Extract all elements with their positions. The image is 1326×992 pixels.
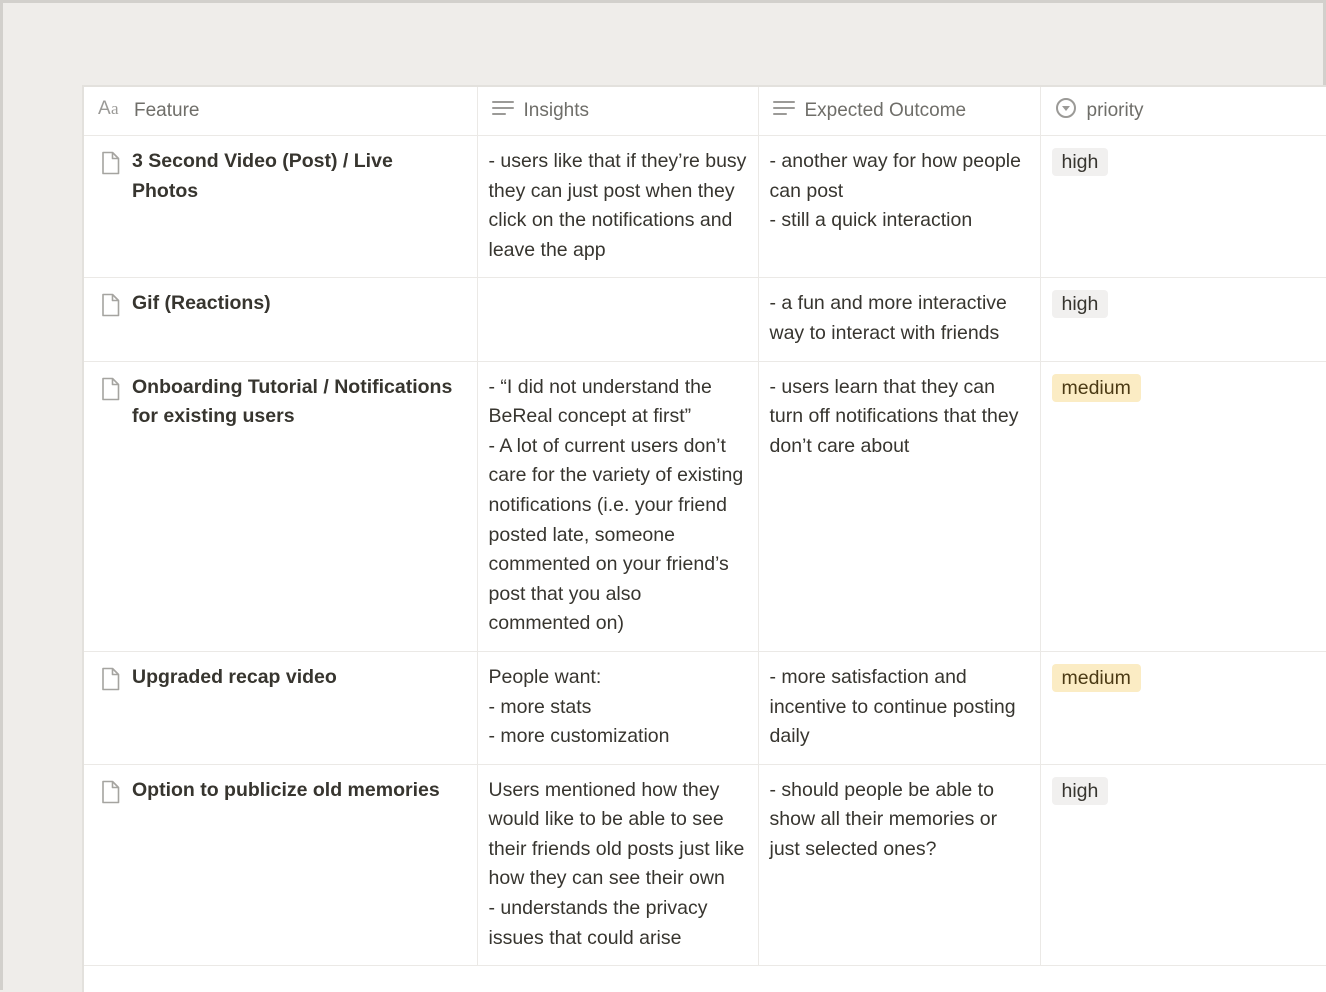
priority-cell[interactable]: high bbox=[1039, 135, 1326, 279]
insights-text: People want: - more stats - more customi… bbox=[488, 665, 670, 748]
insights-cell[interactable]: People want: - more stats - more customi… bbox=[476, 651, 758, 765]
table-row[interactable]: Option to publicize old memories Users me… bbox=[84, 764, 1326, 967]
table-row[interactable]: Upgraded recap video People want: - more … bbox=[84, 651, 1326, 765]
outcome-text: - more satisfaction and incentive to con… bbox=[769, 665, 1016, 748]
table-header-row: Aa Feature Insights Expected Outcome pri… bbox=[84, 87, 1326, 136]
text-lines-icon bbox=[491, 99, 514, 123]
feature-name[interactable]: Option to publicize old memories bbox=[132, 776, 446, 806]
priority-tag[interactable]: high bbox=[1051, 148, 1109, 176]
insights-cell[interactable]: - “I did not understand the BeReal conce… bbox=[476, 361, 758, 652]
svg-text:A: A bbox=[98, 98, 111, 118]
page-icon bbox=[101, 780, 120, 814]
column-header-priority-label: priority bbox=[1086, 100, 1144, 121]
outcome-text: - should people be able to show all thei… bbox=[769, 778, 998, 860]
page-icon bbox=[101, 667, 120, 701]
outcome-text: - users learn that they can turn off not… bbox=[769, 375, 1019, 457]
insights-text: Users mentioned how they would like to b… bbox=[488, 778, 745, 949]
outcome-cell[interactable]: - should people be able to show all thei… bbox=[757, 764, 1040, 967]
feature-cell[interactable]: Gif (Reactions) bbox=[84, 277, 477, 362]
feature-name[interactable]: Onboarding Tutorial / Notifications for … bbox=[132, 373, 466, 432]
column-header-feature-label: Feature bbox=[134, 100, 200, 121]
priority-cell[interactable]: medium bbox=[1039, 651, 1326, 765]
text-lines-icon bbox=[772, 99, 795, 123]
feature-cell[interactable]: Onboarding Tutorial / Notifications for … bbox=[84, 361, 477, 652]
page-icon bbox=[101, 151, 120, 185]
column-header-feature[interactable]: Aa Feature bbox=[84, 87, 477, 136]
title-aa-icon: Aa bbox=[98, 98, 124, 124]
database-table-view: Aa Feature Insights Expected Outcome pri… bbox=[82, 85, 1326, 992]
outcome-cell[interactable]: - more satisfaction and incentive to con… bbox=[757, 651, 1040, 765]
column-header-insights-label: Insights bbox=[523, 100, 589, 121]
priority-tag[interactable]: medium bbox=[1051, 663, 1141, 692]
insights-cell[interactable]: Users mentioned how they would like to b… bbox=[476, 764, 758, 967]
insights-text: - users like that if they’re busy they c… bbox=[488, 150, 747, 261]
table-row[interactable]: 3 Second Video (Post) / Live Photos - use… bbox=[84, 135, 1326, 279]
feature-cell[interactable]: 3 Second Video (Post) / Live Photos bbox=[84, 135, 477, 279]
outcome-text: - a fun and more interactive way to inte… bbox=[769, 292, 1007, 344]
column-header-outcome[interactable]: Expected Outcome bbox=[757, 87, 1040, 136]
outcome-cell[interactable]: - a fun and more interactive way to inte… bbox=[757, 277, 1040, 362]
insights-cell[interactable] bbox=[476, 277, 758, 362]
feature-cell[interactable]: Upgraded recap video bbox=[84, 651, 477, 765]
column-header-insights[interactable]: Insights bbox=[476, 87, 758, 136]
table-row[interactable]: Gif (Reactions) - a fun and more interact… bbox=[84, 277, 1326, 362]
outcome-cell[interactable]: - users learn that they can turn off not… bbox=[757, 361, 1040, 652]
feature-table: Aa Feature Insights Expected Outcome pri… bbox=[84, 87, 1326, 967]
feature-cell[interactable]: Option to publicize old memories bbox=[84, 764, 477, 967]
svg-text:a: a bbox=[111, 99, 119, 118]
column-header-outcome-label: Expected Outcome bbox=[804, 100, 967, 121]
priority-tag[interactable]: high bbox=[1051, 776, 1109, 805]
feature-name[interactable]: Gif (Reactions) bbox=[132, 289, 277, 319]
priority-tag[interactable]: medium bbox=[1051, 373, 1141, 402]
feature-name[interactable]: Upgraded recap video bbox=[132, 663, 343, 693]
page-icon bbox=[101, 377, 120, 411]
priority-cell[interactable]: high bbox=[1039, 277, 1326, 362]
column-header-priority[interactable]: priority bbox=[1039, 87, 1326, 136]
outcome-text: - another way for how people can post - … bbox=[769, 150, 1021, 232]
page-icon bbox=[101, 293, 120, 327]
priority-cell[interactable]: high bbox=[1039, 764, 1326, 967]
feature-name[interactable]: 3 Second Video (Post) / Live Photos bbox=[132, 147, 466, 206]
outcome-cell[interactable]: - another way for how people can post - … bbox=[757, 135, 1040, 279]
insights-text: - “I did not understand the BeReal conce… bbox=[488, 375, 744, 635]
table-row[interactable]: Onboarding Tutorial / Notifications for … bbox=[84, 361, 1326, 652]
select-circle-icon bbox=[1055, 97, 1077, 125]
priority-cell[interactable]: medium bbox=[1039, 361, 1326, 652]
priority-tag[interactable]: high bbox=[1051, 290, 1109, 319]
insights-cell[interactable]: - users like that if they’re busy they c… bbox=[476, 135, 758, 279]
